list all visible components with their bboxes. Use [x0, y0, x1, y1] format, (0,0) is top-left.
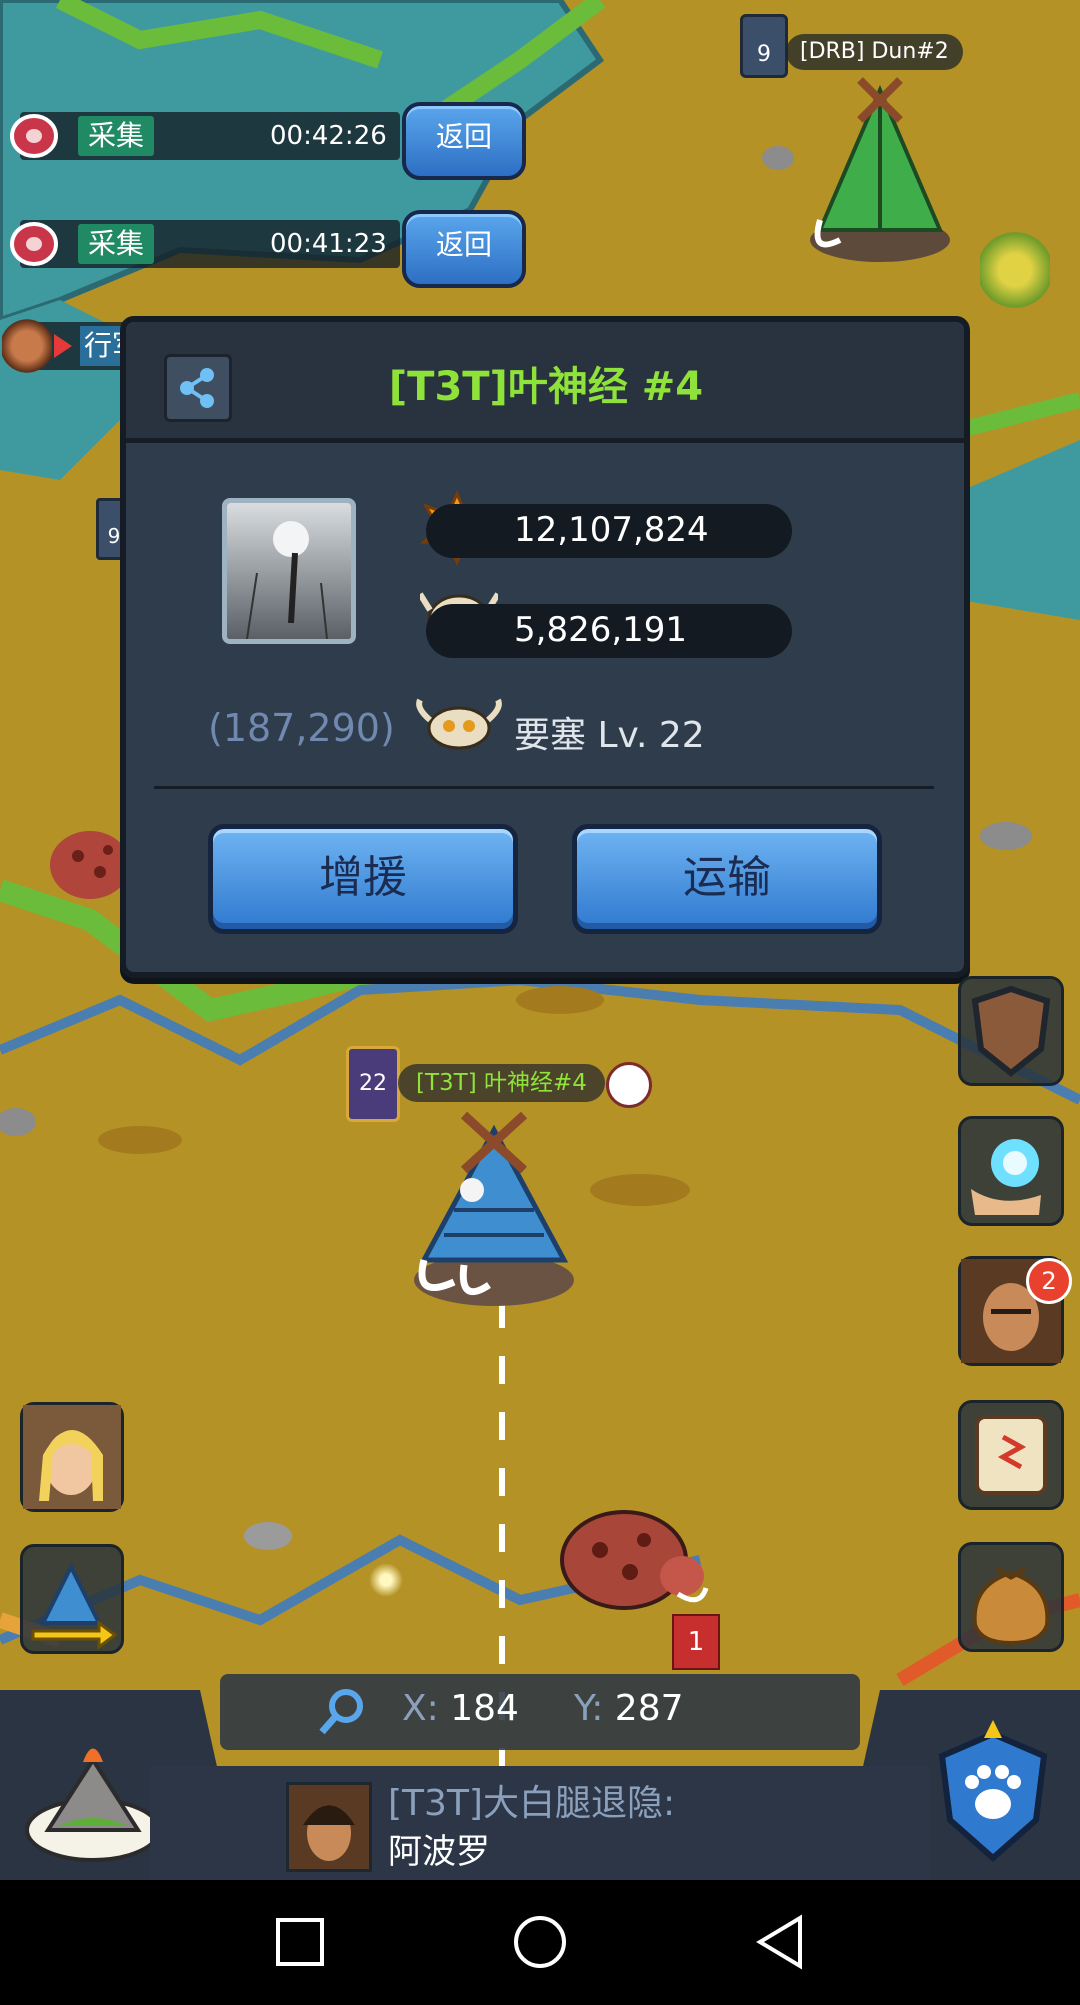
- coordinate-search-bar[interactable]: X: 184 Y: 287: [220, 1674, 860, 1750]
- fortress-level: 要塞 Lv. 22: [514, 715, 705, 756]
- popup-divider: [154, 786, 934, 789]
- tent-icon: [810, 77, 950, 262]
- chat-message: 阿波罗: [388, 1832, 490, 1872]
- relocate-button[interactable]: [20, 1544, 124, 1654]
- enemy-level-text: 9: [757, 42, 771, 67]
- volcano-island-icon: [25, 1748, 161, 1862]
- shield-button[interactable]: [958, 976, 1064, 1086]
- boar-monster-left[interactable]: [30, 820, 130, 910]
- own-city-name-text: [T3T] 叶神经#4: [416, 1070, 587, 1096]
- own-city-level-badge: 22: [346, 1046, 400, 1122]
- meat-icon: [4, 108, 60, 164]
- system-nav-bar: [0, 1880, 1080, 2005]
- chat-avatar: [286, 1782, 372, 1872]
- left-level-text: 9: [107, 524, 121, 548]
- city-coordinates[interactable]: (187,290): [208, 706, 395, 750]
- enemy-camp[interactable]: [800, 70, 960, 270]
- enemy-level-badge: 9: [740, 14, 788, 78]
- player-avatar[interactable]: [222, 498, 356, 644]
- home-icon[interactable]: [510, 1912, 570, 1972]
- gather-tag: 采集: [78, 224, 155, 264]
- march-row-3-partial[interactable]: 行军: [0, 318, 140, 374]
- enemy-name-text: [DRB] Dun#2: [800, 39, 949, 64]
- own-city-level-text: 22: [359, 1071, 387, 1096]
- x-label: X:: [402, 1688, 439, 1729]
- monster-level-text: 1: [687, 1627, 705, 1657]
- boar-icon: [50, 831, 130, 899]
- y-value: 287: [614, 1688, 684, 1729]
- shield-icon: [971, 985, 1051, 1077]
- march-row-1[interactable]: 采集 00:42:26 返回: [0, 102, 526, 180]
- alliance-button[interactable]: [928, 1720, 1058, 1870]
- enemy-name-label: [DRB] Dun#2: [786, 34, 963, 70]
- return-button[interactable]: 返回: [402, 210, 526, 288]
- march-row-2[interactable]: 采集 00:41:23 返回: [0, 210, 526, 288]
- own-city-name-label: [T3T] 叶神经#4: [398, 1064, 605, 1102]
- y-label: Y:: [574, 1688, 604, 1729]
- march-arrow-icon: [54, 334, 72, 358]
- alliance-emblem-icon: [606, 1062, 652, 1108]
- heroine-button[interactable]: [20, 1402, 124, 1512]
- kills-value: 5,826,191: [514, 610, 688, 650]
- warrior-icon: [2, 318, 52, 374]
- boar-monster-bottom[interactable]: [550, 1490, 710, 1630]
- bottom-bar: X: 184 Y: 287 [T3T]大白腿退隐: 阿波罗: [0, 1670, 1080, 1880]
- avatar-image: [227, 503, 351, 639]
- x-value: 184: [450, 1688, 519, 1729]
- boar-icon: [560, 1510, 709, 1610]
- plant-decoration: [980, 230, 1050, 310]
- quest-scroll-button[interactable]: [958, 1400, 1064, 1510]
- fortress-skull-icon: [416, 698, 502, 758]
- hero-badge-count: 2: [1041, 1267, 1057, 1295]
- magic-orb-button[interactable]: [958, 1116, 1064, 1226]
- hero-notification-badge: 2: [1026, 1258, 1072, 1304]
- reinforce-button[interactable]: 增援: [208, 824, 518, 934]
- player-info-popup: [T3T]叶神经 #4 12,107,824 5,826,191 (187,29…: [120, 316, 970, 978]
- transport-button[interactable]: 运输: [572, 824, 882, 934]
- monster-level-flag: 1: [672, 1614, 720, 1670]
- search-icon: [319, 1689, 363, 1735]
- share-icon: [180, 368, 214, 408]
- bag-button[interactable]: [958, 1542, 1064, 1652]
- meat-icon: [4, 216, 60, 272]
- relocate-icon: [31, 1562, 118, 1650]
- player-name-title: [T3T]叶神经 #4: [388, 364, 704, 410]
- heroine-portrait-icon: [23, 1405, 121, 1509]
- paw-shield-icon: [938, 1720, 1048, 1863]
- recents-icon[interactable]: [270, 1912, 330, 1972]
- home-city-button[interactable]: [18, 1730, 168, 1870]
- y-coordinate: Y: 287: [574, 1688, 684, 1729]
- x-coordinate: X: 184: [402, 1688, 519, 1729]
- share-button[interactable]: [164, 354, 232, 422]
- fortress-icon: [414, 1111, 574, 1306]
- sparkle-effect: [366, 1560, 406, 1600]
- gather-tag: 采集: [78, 116, 155, 156]
- bag-icon: [972, 1566, 1050, 1646]
- power-value: 12,107,824: [514, 510, 709, 550]
- march-timer: 00:41:23: [270, 229, 387, 259]
- return-button[interactable]: 返回: [402, 102, 526, 180]
- back-icon[interactable]: [750, 1912, 810, 1972]
- march-timer: 00:42:26: [270, 121, 387, 151]
- magic-orb-icon: [971, 1139, 1041, 1215]
- scroll-icon: [975, 1415, 1047, 1495]
- own-city[interactable]: [404, 1100, 584, 1310]
- chat-sender-name: [T3T]大白腿退隐:: [388, 1783, 676, 1824]
